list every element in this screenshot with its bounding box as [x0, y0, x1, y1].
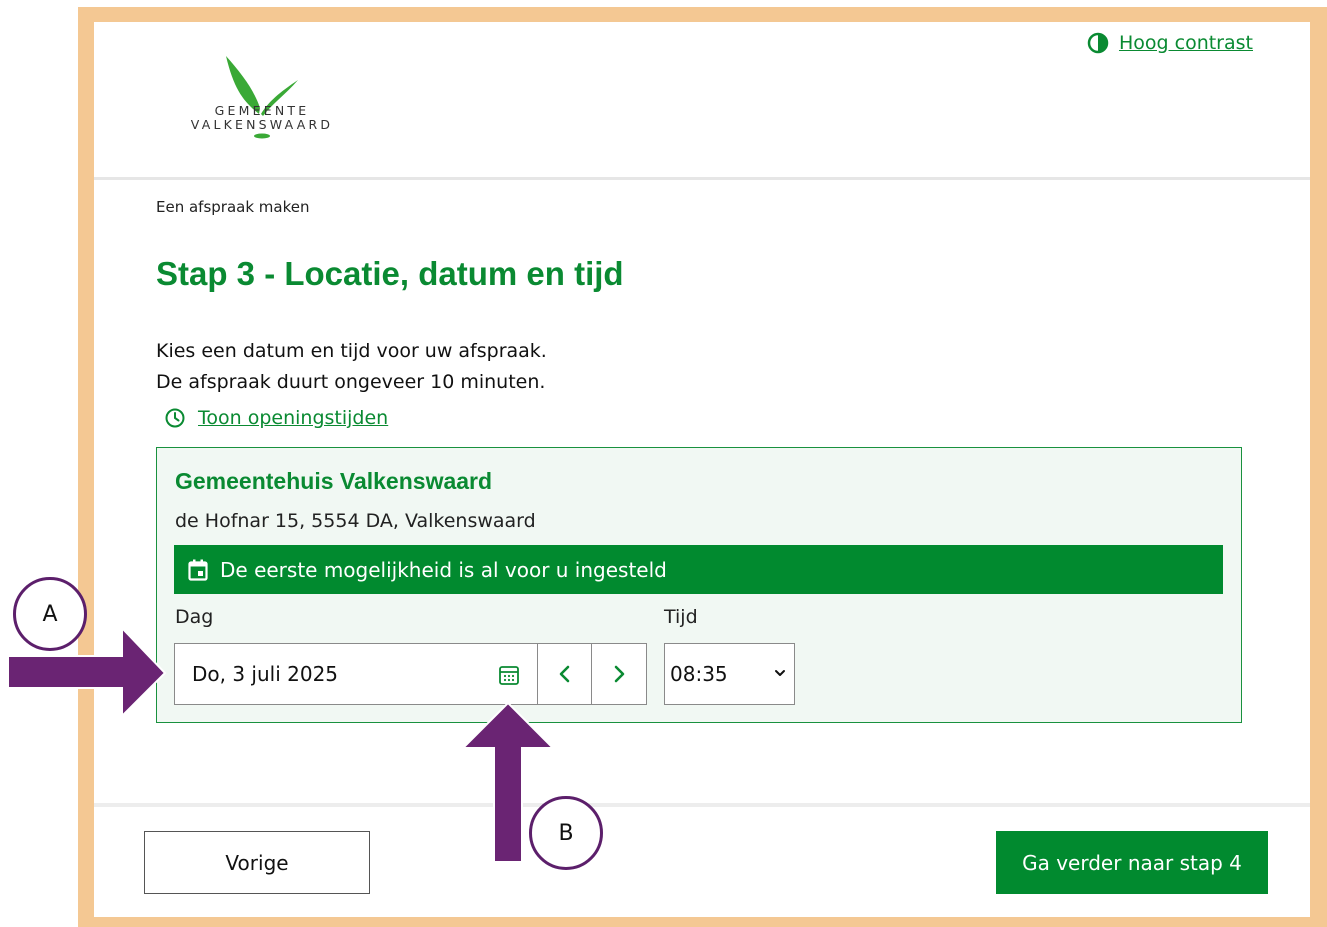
- callout-a: A: [13, 577, 87, 651]
- callout-b: B: [529, 796, 603, 870]
- annotation-overlay: [7, 625, 556, 863]
